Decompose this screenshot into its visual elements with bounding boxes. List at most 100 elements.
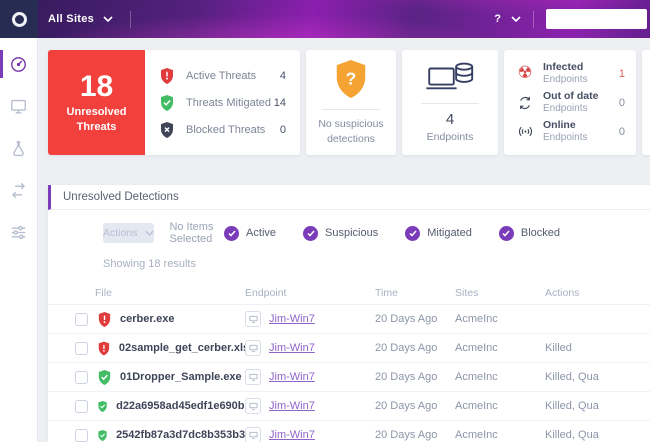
row-checkbox[interactable] <box>75 429 88 442</box>
stat-infected-endpoints: ☢ Infected Endpoints 1 <box>515 61 625 87</box>
column-header-actions[interactable]: Actions <box>545 287 650 299</box>
sidebar-item-dashboard[interactable] <box>0 43 37 85</box>
alert-shield-icon <box>97 340 111 357</box>
stat-value: 1 <box>619 68 625 80</box>
help-menu[interactable]: ? <box>494 13 521 25</box>
filter-label: Mitigated <box>427 227 472 239</box>
actions-button[interactable]: Actions <box>103 223 154 243</box>
panel-title: Unresolved Detections <box>48 185 650 210</box>
stat-label: Out of date <box>543 90 619 103</box>
stat-value: 0 <box>280 124 286 136</box>
site-selector[interactable]: All Sites <box>48 13 113 25</box>
table-row[interactable]: 02sample_get_cerber.xlsx Jim-Win7 20 Day… <box>48 334 650 363</box>
svg-text:?: ? <box>346 69 357 89</box>
stat-online-endpoints: Online Endpoints 0 <box>515 119 625 145</box>
check-shield-icon <box>159 94 175 112</box>
row-checkbox[interactable] <box>75 400 88 413</box>
actions-value: Killed <box>545 342 650 354</box>
stat-label: Blocked Threats <box>186 124 280 136</box>
check-shield-icon <box>97 369 112 386</box>
checked-circle-icon <box>303 226 318 241</box>
stat-value: 14 <box>274 97 286 109</box>
flask-icon <box>9 139 28 158</box>
file-name: d22a6958ad45edf1e690b0a6561... <box>116 400 245 412</box>
stat-value: 0 <box>619 126 625 138</box>
row-checkbox[interactable] <box>75 371 88 384</box>
table-header: File Endpoint Time Sites Actions <box>48 282 650 305</box>
sidebar-item-lab[interactable] <box>0 127 37 169</box>
topbar-divider <box>533 11 534 28</box>
search-input[interactable] <box>546 9 647 29</box>
unresolved-threats-tile[interactable]: 18 Unresolved Threats <box>48 50 145 155</box>
site-value: AcmeInc <box>455 371 545 383</box>
filter-active[interactable]: Active <box>224 226 276 241</box>
top-bar: All Sites ? <box>0 0 650 38</box>
endpoint-mini-icon <box>245 427 261 442</box>
site-value: AcmeInc <box>455 400 545 412</box>
table-row[interactable]: 01Dropper_Sample.exe Jim-Win7 20 Days Ag… <box>48 363 650 392</box>
check-shield-icon <box>97 398 108 415</box>
stat-active-threats: Active Threats 4 <box>159 67 286 85</box>
question-shield-icon: ? <box>332 58 370 100</box>
site-value: AcmeInc <box>455 313 545 325</box>
column-header-time[interactable]: Time <box>375 287 455 299</box>
status-filters: Active Suspicious Mitigated Blocked <box>224 226 560 241</box>
threats-summary-card: 18 Unresolved Threats Active Threats 4 T… <box>48 50 300 155</box>
sidebar-item-settings[interactable] <box>0 211 37 253</box>
site-selector-label: All Sites <box>48 13 94 25</box>
stat-threats-mitigated: Threats Mitigated 14 <box>159 94 286 112</box>
time-value: 20 Days Ago <box>375 429 455 441</box>
column-header-file[interactable]: File <box>90 287 245 299</box>
site-value: AcmeInc <box>455 429 545 441</box>
filter-mitigated[interactable]: Mitigated <box>405 226 472 241</box>
filter-label: Blocked <box>521 227 560 239</box>
radiation-icon: ☢ <box>515 65 535 82</box>
endpoints-icon <box>425 60 475 94</box>
filter-suspicious[interactable]: Suspicious <box>303 226 378 241</box>
unresolved-detections-panel: Unresolved Detections Actions No Items S… <box>48 185 650 442</box>
endpoints-label: Endpoints <box>427 130 474 145</box>
stat-label: Online <box>543 119 619 132</box>
time-value: 20 Days Ago <box>375 313 455 325</box>
file-name: 02sample_get_cerber.xlsx <box>119 342 245 354</box>
filter-label: Suspicious <box>325 227 378 239</box>
stat-label: Threats Mitigated <box>186 97 274 109</box>
sidebar-item-network[interactable] <box>0 169 37 211</box>
sync-icon <box>517 95 533 111</box>
endpoint-link[interactable]: Jim-Win7 <box>269 371 315 383</box>
suspicious-card: ? No suspicious detections <box>306 50 396 155</box>
app-logo <box>0 0 38 38</box>
blocked-shield-icon <box>159 121 175 139</box>
sidebar-nav <box>0 38 38 442</box>
endpoint-link[interactable]: Jim-Win7 <box>269 429 315 441</box>
detections-table: File Endpoint Time Sites Actions cerber.… <box>48 282 650 442</box>
unresolved-count: 18 <box>80 70 113 103</box>
table-row[interactable]: d22a6958ad45edf1e690b0a6561... Jim-Win7 … <box>48 392 650 421</box>
endpoint-mini-icon <box>245 398 261 414</box>
endpoints-count: 4 <box>446 111 454 128</box>
checked-circle-icon <box>224 226 239 241</box>
row-checkbox[interactable] <box>75 313 88 326</box>
stat-value: 0 <box>619 97 625 109</box>
time-value: 20 Days Ago <box>375 371 455 383</box>
endpoints-card: 4 Endpoints <box>402 50 498 155</box>
check-shield-icon <box>97 427 108 442</box>
swap-arrows-icon <box>9 181 28 200</box>
table-row[interactable]: cerber.exe Jim-Win7 20 Days Ago AcmeInc <box>48 305 650 334</box>
topbar-divider <box>130 11 131 28</box>
endpoint-link[interactable]: Jim-Win7 <box>269 342 315 354</box>
column-header-sites[interactable]: Sites <box>455 287 545 299</box>
divider <box>322 109 380 110</box>
time-value: 20 Days Ago <box>375 342 455 354</box>
sidebar-item-endpoints[interactable] <box>0 85 37 127</box>
column-header-endpoint[interactable]: Endpoint <box>245 287 375 299</box>
endpoint-link[interactable]: Jim-Win7 <box>269 400 315 412</box>
table-row[interactable]: 2542fb87a3d7dc8b353b385201e... Jim-Win7 … <box>48 421 650 442</box>
stat-sublabel: Endpoints <box>543 74 619 87</box>
row-checkbox[interactable] <box>75 342 88 355</box>
time-value: 20 Days Ago <box>375 400 455 412</box>
file-name: 01Dropper_Sample.exe <box>120 371 242 383</box>
filter-blocked[interactable]: Blocked <box>499 226 560 241</box>
sliders-icon <box>9 223 28 242</box>
endpoint-link[interactable]: Jim-Win7 <box>269 313 315 325</box>
